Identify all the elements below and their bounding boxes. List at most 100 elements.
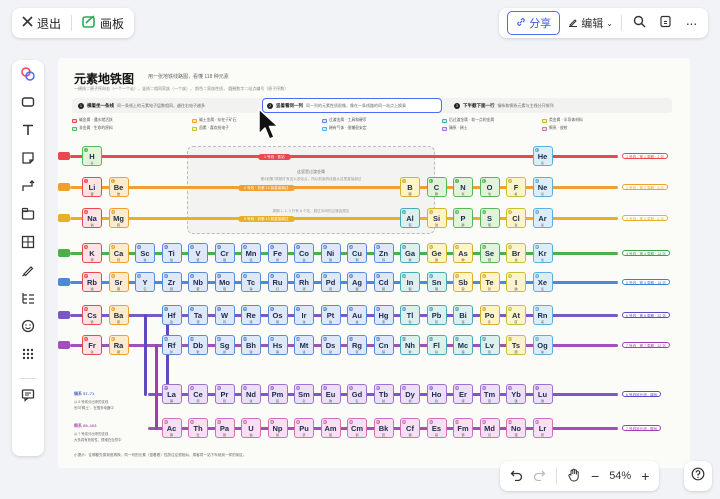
element-station-og[interactable]: 118 Og 鿫 — [532, 335, 553, 355]
element-station-in[interactable]: 49 In 铟 — [400, 272, 420, 292]
element-station-pr[interactable]: 59 Pr 镨 — [214, 384, 235, 404]
more-tools[interactable] — [18, 346, 38, 366]
element-station-he[interactable]: 2 He 氦 — [532, 146, 553, 166]
element-station-mn[interactable]: 25 Mn 锰 — [241, 243, 261, 263]
element-station-db[interactable]: 105 Db 𬭊 — [188, 335, 208, 355]
element-station-ce[interactable]: 58 Ce 铈 — [188, 384, 208, 404]
element-station-ho[interactable]: 67 Ho 钬 — [426, 384, 447, 404]
element-station-md[interactable]: 101 Md 钔 — [479, 418, 500, 438]
element-station-zr[interactable]: 40 Zr 锆 — [161, 272, 182, 292]
ai-tool[interactable] — [18, 66, 38, 86]
undo-button[interactable] — [510, 468, 523, 484]
element-station-ar[interactable]: 18 Ar 氩 — [532, 208, 553, 228]
mindmap-tool[interactable] — [18, 290, 38, 310]
element-station-lu[interactable]: 71 Lu 镥 — [532, 384, 553, 404]
element-station-lv[interactable]: 116 Lv 𫟷 — [479, 335, 500, 355]
element-station-ge[interactable]: 32 Ge 锗 — [426, 243, 447, 263]
element-station-au[interactable]: 79 Au 金 — [347, 305, 367, 325]
frame-tool[interactable] — [18, 206, 38, 226]
element-station-cu[interactable]: 29 Cu 铜 — [347, 243, 367, 263]
export-button[interactable] — [656, 14, 674, 32]
zoom-level[interactable]: 54% — [609, 470, 631, 482]
element-station-po[interactable]: 84 Po 钋 — [479, 305, 500, 325]
element-station-kr[interactable]: 36 Kr 氪 — [532, 243, 553, 263]
element-station-ti[interactable]: 22 Ti 钛 — [161, 243, 182, 263]
more-button[interactable]: ··· — [682, 14, 700, 32]
element-station-hs[interactable]: 108 Hs 𬭶 — [267, 335, 288, 355]
element-station-b[interactable]: 5B硼 — [400, 177, 420, 197]
element-station-eu[interactable]: 63 Eu 铕 — [320, 384, 341, 404]
element-station-la[interactable]: 57 La 镧 — [161, 384, 182, 404]
whiteboard-canvas[interactable]: 元素地铁图 用一张地铁线路图，看懂 118 种元素 一横线＝原子序向右（一个一个… — [58, 58, 690, 468]
element-station-tm[interactable]: 69 Tm 铥 — [479, 384, 500, 404]
element-station-se[interactable]: 34 Se 硒 — [479, 243, 500, 263]
element-station-gd[interactable]: 64 Gd 钆 — [347, 384, 367, 404]
element-station-er[interactable]: 68 Er 铒 — [453, 384, 473, 404]
help-button[interactable] — [684, 461, 712, 491]
pen-tool[interactable] — [18, 262, 38, 282]
element-station-fe[interactable]: 26 Fe 铁 — [267, 243, 288, 263]
element-station-hf[interactable]: 72 Hf 铪 — [161, 305, 182, 325]
element-station-ra[interactable]: 88 Ra 镭 — [108, 335, 129, 355]
element-station-li[interactable]: 3 Li 锂 — [82, 177, 102, 197]
element-station-sn[interactable]: 50 Sn 锡 — [426, 272, 447, 292]
element-station-pd[interactable]: 46 Pd 钯 — [320, 272, 341, 292]
element-station-cl[interactable]: 17 Cl 氯 — [506, 208, 526, 228]
zoom-out-button[interactable]: − — [591, 468, 599, 484]
element-station-ni[interactable]: 28 Ni 镍 — [320, 243, 341, 263]
edit-button[interactable]: 编辑 ⌄ — [568, 15, 613, 31]
element-station-no[interactable]: 102 No 锘 — [506, 418, 526, 438]
element-station-p[interactable]: 15 P 磷 — [453, 208, 473, 228]
element-station-mc[interactable]: 115 Mc 镆 — [453, 335, 473, 355]
step-2[interactable]: 2 竖着看同一列 同一列的元素性质很像，像在一条线路的同一站点上换乘 — [262, 98, 442, 113]
element-station-tc[interactable]: 43 Tc 锝 — [241, 272, 261, 292]
element-station-n[interactable]: 7N氮 — [453, 177, 473, 197]
element-station-bh[interactable]: 107 Bh 𬭛 — [241, 335, 261, 355]
element-station-hg[interactable]: 80 Hg 汞 — [373, 305, 394, 325]
element-station-si[interactable]: 14 Si 硅 — [426, 208, 447, 228]
comment-tool[interactable] — [18, 387, 38, 407]
element-station-sm[interactable]: 62 Sm 钐 — [294, 384, 314, 404]
element-station-al[interactable]: 13 Al 铝 — [400, 208, 420, 228]
element-station-re[interactable]: 75 Re 铼 — [241, 305, 261, 325]
element-station-sc[interactable]: 21 Sc 钪 — [135, 243, 155, 263]
sticker-tool[interactable] — [18, 318, 38, 338]
element-station-te[interactable]: 52 Te 碲 — [479, 272, 500, 292]
element-station-be[interactable]: 4 Be 铍 — [108, 177, 129, 197]
element-station-am[interactable]: 95 Am 镅 — [320, 418, 341, 438]
element-station-rn[interactable]: 86 Rn 氡 — [532, 305, 553, 325]
element-station-ta[interactable]: 73 Ta 钽 — [188, 305, 208, 325]
element-station-at[interactable]: 85 At 砹 — [506, 305, 526, 325]
zoom-in-button[interactable]: + — [641, 468, 649, 484]
element-station-u[interactable]: 92 U 铀 — [241, 418, 261, 438]
element-station-pu[interactable]: 94 Pu 钚 — [294, 418, 314, 438]
element-station-ba[interactable]: 56 Ba 钡 — [108, 305, 129, 325]
element-station-fm[interactable]: 100 Fm 镄 — [453, 418, 473, 438]
element-station-w[interactable]: 74 W 钨 — [214, 305, 235, 325]
element-station-cm[interactable]: 96 Cm 锔 — [347, 418, 367, 438]
element-station-mg[interactable]: 12 Mg 镁 — [108, 208, 129, 228]
element-station-rf[interactable]: 104 Rf 𬬻 — [161, 335, 182, 355]
element-station-fr[interactable]: 87 Fr 钫 — [82, 335, 102, 355]
element-station-os[interactable]: 76 Os 锇 — [267, 305, 288, 325]
element-station-tb[interactable]: 65 Tb 铽 — [373, 384, 394, 404]
rectangle-tool[interactable] — [18, 94, 38, 114]
element-station-ca[interactable]: 20 Ca 钙 — [108, 243, 129, 263]
element-station-s[interactable]: 16 S 硫 — [479, 208, 500, 228]
element-station-k[interactable]: 19 K 钾 — [82, 243, 102, 263]
element-station-lr[interactable]: 103 Lr 铹 — [532, 418, 553, 438]
element-station-sg[interactable]: 106 Sg 𬭳 — [214, 335, 235, 355]
element-station-fl[interactable]: 114 Fl 𫓧 — [426, 335, 447, 355]
element-station-as[interactable]: 33 As 砷 — [453, 243, 473, 263]
element-station-h[interactable]: 1H氢 — [82, 146, 102, 166]
element-station-y[interactable]: 39 Y 钇 — [135, 272, 155, 292]
element-station-ds[interactable]: 110 Ds 𫟼 — [320, 335, 341, 355]
element-station-f[interactable]: 9F氟 — [506, 177, 526, 197]
element-station-sb[interactable]: 51 Sb 锑 — [453, 272, 473, 292]
element-station-es[interactable]: 99 Es 锿 — [426, 418, 447, 438]
element-station-dy[interactable]: 66 Dy 镝 — [400, 384, 420, 404]
element-station-zn[interactable]: 30 Zn 锌 — [373, 243, 394, 263]
element-station-th[interactable]: 90 Th 钍 — [188, 418, 208, 438]
element-station-v[interactable]: 23 V 钒 — [188, 243, 208, 263]
sticky-note-tool[interactable] — [18, 150, 38, 170]
